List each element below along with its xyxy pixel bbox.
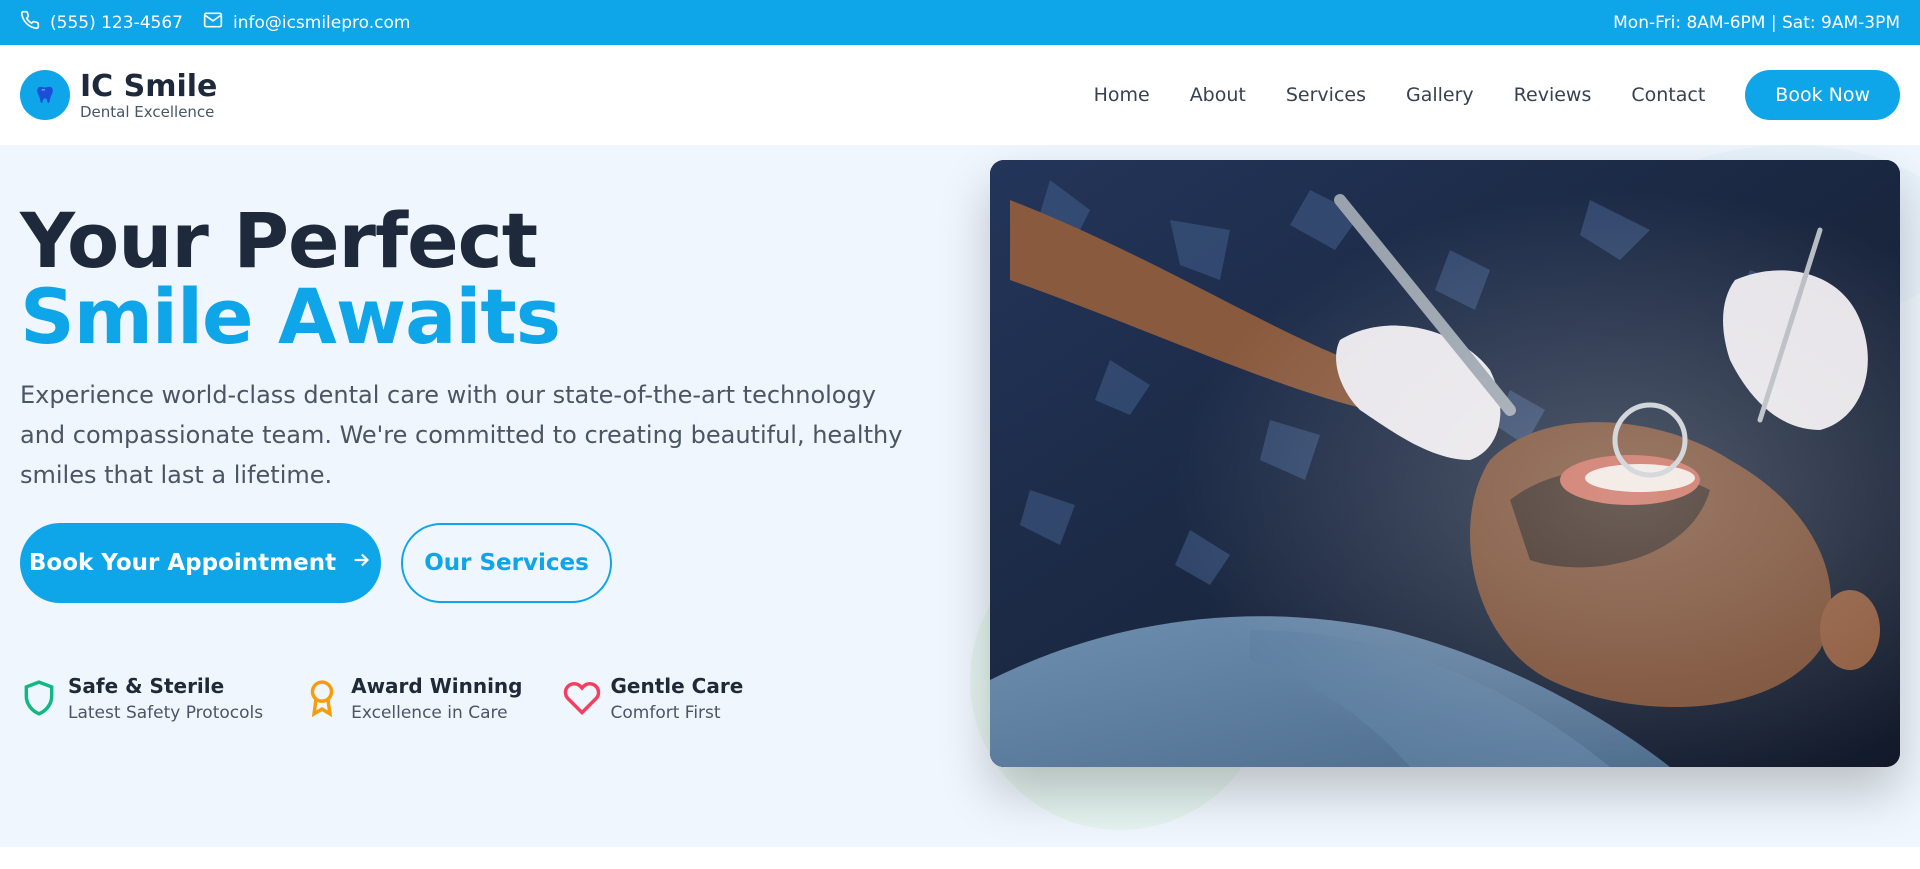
feature-subtitle: Excellence in Care bbox=[351, 703, 508, 723]
arrow-right-icon bbox=[350, 549, 372, 577]
hero-section: Your Perfect Smile Awaits Experience wor… bbox=[0, 145, 1920, 847]
feature-title: Award Winning bbox=[351, 674, 523, 698]
email-contact[interactable]: info@icsmilepro.com bbox=[203, 10, 411, 35]
contact-info: (555) 123-4567 info@icsmilepro.com bbox=[20, 10, 410, 35]
nav-reviews[interactable]: Reviews bbox=[1514, 84, 1592, 106]
mail-icon bbox=[203, 10, 223, 35]
feature-title: Gentle Care bbox=[610, 674, 744, 698]
heart-icon bbox=[563, 673, 601, 721]
feature-item: Safe & Sterile Latest Safety Protocols bbox=[20, 673, 263, 727]
book-appointment-button[interactable]: Book Your Appointment bbox=[20, 523, 381, 603]
brand-tagline: Dental Excellence bbox=[80, 102, 215, 121]
brand[interactable]: IC Smile Dental Excellence bbox=[20, 70, 217, 121]
nav-gallery[interactable]: Gallery bbox=[1406, 84, 1474, 106]
main-nav: Home About Services Gallery Reviews Cont… bbox=[1054, 70, 1900, 120]
top-bar: (555) 123-4567 info@icsmilepro.com Mon-F… bbox=[0, 0, 1920, 45]
phone-number: (555) 123-4567 bbox=[50, 12, 183, 33]
award-icon bbox=[303, 673, 341, 721]
hero-title-line1: Your Perfect bbox=[20, 196, 538, 285]
brand-name: IC Smile bbox=[80, 68, 218, 104]
nav-about[interactable]: About bbox=[1190, 84, 1246, 106]
nav-contact[interactable]: Contact bbox=[1631, 84, 1705, 106]
phone-contact[interactable]: (555) 123-4567 bbox=[20, 10, 183, 35]
feature-list: Safe & Sterile Latest Safety Protocols A… bbox=[20, 673, 783, 727]
email-address: info@icsmilepro.com bbox=[232, 12, 411, 33]
hero-image bbox=[990, 160, 1900, 767]
nav-services[interactable]: Services bbox=[1286, 84, 1366, 106]
tooth-icon bbox=[20, 70, 70, 120]
phone-icon bbox=[20, 10, 40, 35]
hero-title-line2: Smile Awaits bbox=[20, 272, 561, 361]
feature-item: Award Winning Excellence in Care bbox=[303, 673, 523, 727]
book-now-button[interactable]: Book Now bbox=[1745, 70, 1900, 120]
our-services-button[interactable]: Our Services bbox=[401, 523, 612, 603]
nav-home[interactable]: Home bbox=[1094, 84, 1150, 106]
feature-item: Gentle Care Comfort First bbox=[563, 673, 744, 727]
feature-subtitle: Latest Safety Protocols bbox=[68, 703, 264, 723]
site-header: IC Smile Dental Excellence Home About Se… bbox=[0, 45, 1920, 145]
book-appointment-label: Book Your Appointment bbox=[28, 550, 337, 576]
feature-subtitle: Comfort First bbox=[610, 703, 721, 723]
feature-title: Safe & Sterile bbox=[68, 674, 225, 698]
shield-icon bbox=[20, 673, 58, 721]
hero-description: Experience world-class dental care with … bbox=[20, 381, 903, 489]
opening-hours: Mon-Fri: 8AM-6PM | Sat: 9AM-3PM bbox=[1613, 12, 1900, 33]
hero-title: Your Perfect Smile Awaits bbox=[20, 196, 561, 361]
section-divider bbox=[0, 847, 1920, 869]
